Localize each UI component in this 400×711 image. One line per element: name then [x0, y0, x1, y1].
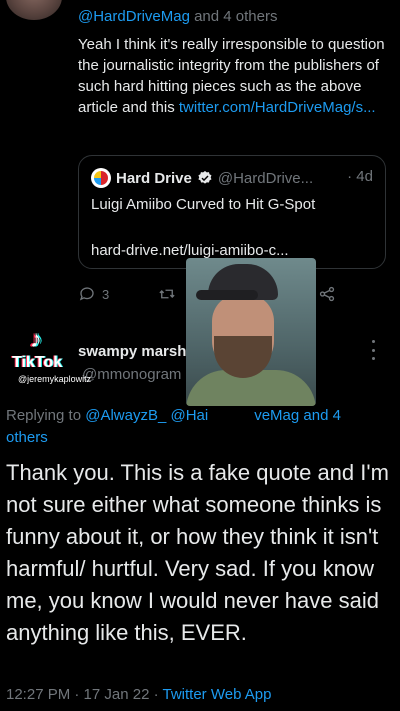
quoted-tweet-card[interactable]: Hard Drive @HardDrive... · 4d Luigi Amii…: [78, 155, 386, 269]
parent-tweet-text: Yeah I think it's really irresponsible t…: [78, 34, 388, 118]
replying-handles-tail[interactable]: veMag and 4: [254, 407, 341, 424]
replying-prefix: Replying to: [6, 407, 82, 424]
author-handle[interactable]: @mmonogram: [82, 366, 181, 383]
replying-to: Replying to @AlwayzB_ @Hai veMag and 4 ot…: [6, 405, 386, 449]
author-name[interactable]: swampy marsh: [78, 343, 186, 360]
hard-drive-logo-icon: [91, 168, 111, 188]
replying-others[interactable]: others: [6, 429, 48, 446]
reply-context[interactable]: @HardDriveMag and 4 others: [78, 8, 278, 25]
retweet-button[interactable]: [158, 285, 176, 303]
tweet-text: Thank you. This is a fake quote and I'm …: [6, 460, 389, 645]
reply-handle-link[interactable]: @HardDriveMag: [78, 8, 190, 25]
share-icon: [319, 286, 335, 302]
quoted-tweet-link[interactable]: hard-drive.net/luigi-amiibo-c...: [91, 242, 289, 259]
tiktok-label: TikTok: [12, 354, 63, 371]
quoted-tweet-title: Luigi Amiibo Curved to Hit G-Spot: [91, 196, 316, 213]
reply-button[interactable]: 3: [78, 285, 109, 303]
quoted-author-handle: @HardDrive...: [217, 169, 314, 187]
retweet-icon: [159, 289, 175, 299]
avatar[interactable]: [6, 0, 62, 20]
more-options-icon[interactable]: [372, 340, 378, 360]
quoted-author-name: Hard Drive: [116, 169, 192, 187]
verified-badge-icon: [198, 171, 212, 184]
reply-count: 3: [102, 286, 110, 302]
tiktok-logo-icon: ♪: [30, 326, 42, 353]
tiktok-username: @jeremykaplowitz: [18, 374, 92, 384]
reply-context-rest: and 4 others: [194, 8, 278, 25]
share-button[interactable]: [318, 285, 336, 303]
tweet-timestamp: 12:27 PM · 17 Jan 22 · Twitter Web App: [6, 686, 271, 703]
webcam-overlay: [186, 258, 316, 406]
tweet-time[interactable]: 12:27 PM · 17 Jan 22 ·: [6, 686, 159, 703]
tiktok-watermark: ♪ TikTok @jeremykaplowitz: [6, 326, 91, 396]
parent-tweet-link[interactable]: twitter.com/HardDriveMag/s...: [179, 99, 376, 116]
replying-handles[interactable]: @AlwayzB_ @Hai: [85, 407, 208, 424]
quoted-tweet-time: · 4d: [347, 168, 373, 185]
reply-icon: [79, 287, 94, 301]
quoted-tweet-header: Hard Drive @HardDrive...: [91, 168, 313, 188]
tweet-source[interactable]: Twitter Web App: [163, 686, 272, 703]
